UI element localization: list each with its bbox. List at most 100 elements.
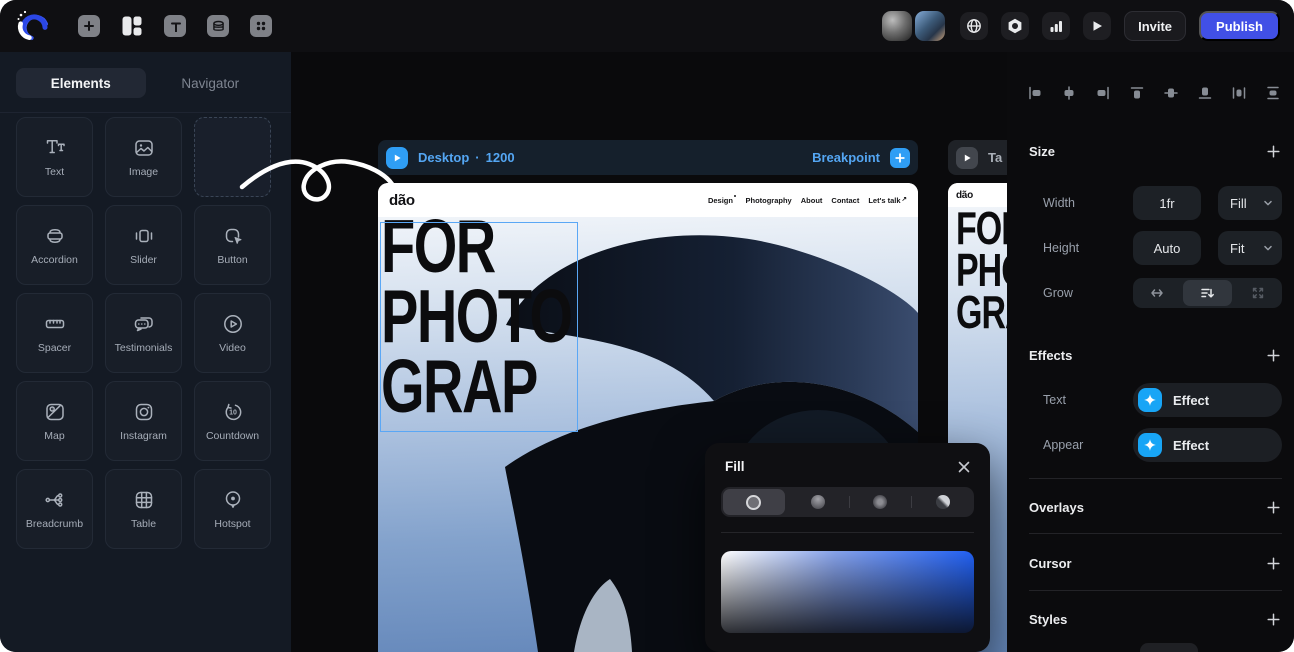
add-effect-icon[interactable]	[1267, 349, 1280, 362]
app-logo-icon[interactable]	[14, 7, 52, 45]
distribute-horizontal-icon[interactable]	[1231, 85, 1247, 101]
nav-badge-dot	[734, 195, 737, 198]
fill-type-angular[interactable]	[912, 489, 974, 515]
text-tool-icon[interactable]	[164, 15, 186, 37]
element-tile-map[interactable]: Map	[16, 381, 93, 461]
frame-device-label[interactable]: Ta	[988, 150, 1002, 165]
tab-elements[interactable]: Elements	[16, 68, 146, 98]
element-tile-instagram[interactable]: Instagram	[105, 381, 182, 461]
frame-device-label[interactable]: Desktop	[418, 150, 469, 165]
panel-bottom-button-peek[interactable]	[1140, 643, 1198, 652]
nav-about[interactable]: About	[801, 196, 823, 205]
avatar[interactable]	[915, 11, 945, 41]
width-input[interactable]: 1fr	[1133, 186, 1201, 220]
collaborator-avatars	[882, 11, 945, 41]
external-arrow-icon: ↗	[902, 195, 907, 203]
table-element-icon	[132, 488, 156, 512]
element-tile-testimonials[interactable]: Testimonials	[105, 293, 182, 373]
grow-segmented-control	[1133, 278, 1282, 308]
analytics-icon[interactable]	[1042, 12, 1070, 40]
add-cursor-icon[interactable]	[1267, 557, 1280, 570]
element-tile-image[interactable]: Image	[105, 117, 182, 197]
distribute-vertical-icon[interactable]	[1265, 85, 1281, 101]
insert-icon[interactable]	[78, 15, 100, 37]
element-tile-spacer[interactable]: Spacer	[16, 293, 93, 373]
cms-icon[interactable]	[207, 15, 229, 37]
add-breakpoint-icon[interactable]	[890, 148, 910, 168]
align-right-icon[interactable]	[1095, 85, 1111, 101]
element-tile-button[interactable]: Button	[194, 205, 271, 285]
add-size-icon[interactable]	[1267, 145, 1280, 158]
tab-navigator[interactable]: Navigator	[146, 68, 276, 98]
section-divider	[1029, 478, 1282, 479]
grow-expand-icon[interactable]	[1234, 278, 1282, 308]
nav-contact[interactable]: Contact	[831, 196, 859, 205]
settings-icon[interactable]	[1001, 12, 1029, 40]
add-style-icon[interactable]	[1267, 613, 1280, 626]
grow-horizontal-icon[interactable]	[1133, 278, 1181, 308]
close-icon[interactable]	[958, 461, 970, 473]
align-left-icon[interactable]	[1027, 85, 1043, 101]
chevron-down-icon	[1263, 243, 1273, 253]
design-canvas[interactable]: Desktop · 1200 Breakpoint dão Design Pho…	[291, 52, 1007, 652]
frame-play-icon[interactable]	[386, 147, 408, 169]
globe-icon[interactable]	[960, 12, 988, 40]
element-tile-hotspot[interactable]: Hotspot	[194, 469, 271, 549]
inspector-panel: Size Width 1fr Fill Height Auto Fit Grow	[1007, 52, 1294, 652]
layout-icon[interactable]	[121, 15, 143, 37]
fill-type-gradient[interactable]	[787, 489, 849, 515]
text-effect-button[interactable]: Effect	[1133, 383, 1282, 417]
appear-effect-button[interactable]: Effect	[1133, 428, 1282, 462]
site-logo[interactable]: dão	[389, 192, 415, 209]
styles-section-heading: Styles	[1029, 612, 1067, 627]
frame-play-icon[interactable]	[956, 147, 978, 169]
element-tile-accordion[interactable]: Accordion	[16, 205, 93, 285]
element-tile-video[interactable]: Video	[194, 293, 271, 373]
element-tile-table[interactable]: Table	[105, 469, 182, 549]
invite-button[interactable]: Invite	[1124, 11, 1186, 41]
breakpoint-label[interactable]: Breakpoint	[812, 150, 880, 165]
element-tile-breadcrumb[interactable]: Breadcrumb	[16, 469, 93, 549]
publish-button[interactable]: Publish	[1199, 11, 1280, 41]
width-mode-select[interactable]: Fill	[1218, 186, 1282, 220]
topbar-right: Invite Publish	[882, 11, 1280, 41]
color-picker-area[interactable]	[721, 551, 974, 633]
align-center-horizontal-icon[interactable]	[1061, 85, 1077, 101]
apps-icon[interactable]	[250, 15, 272, 37]
align-top-icon[interactable]	[1129, 85, 1145, 101]
nav-design[interactable]: Design	[708, 196, 737, 205]
nav-lets-talk[interactable]: Let's talk↗	[868, 196, 907, 205]
add-overlay-icon[interactable]	[1267, 501, 1280, 514]
element-tile-slider[interactable]: Slider	[105, 205, 182, 285]
avatar[interactable]	[882, 11, 912, 41]
fill-type-radial[interactable]	[850, 489, 912, 515]
button-element-icon	[221, 224, 245, 248]
angular-swatch-icon	[936, 495, 950, 509]
grow-stack-icon[interactable]	[1183, 280, 1231, 306]
element-tile-countdown[interactable]: 10 Countdown	[194, 381, 271, 461]
site-logo: dão	[956, 190, 973, 201]
hero-heading[interactable]: FOR PHOTO GRAP	[381, 211, 572, 422]
video-element-icon	[221, 312, 245, 336]
chevron-down-icon	[1263, 198, 1273, 208]
fill-type-solid[interactable]	[723, 489, 785, 515]
effects-section-heading: Effects	[1029, 348, 1072, 363]
align-center-vertical-icon[interactable]	[1163, 85, 1179, 101]
element-tile-text[interactable]: Text	[16, 117, 93, 197]
height-mode-select[interactable]: Fit	[1218, 231, 1282, 265]
secondary-frame-toolbar: Ta	[948, 140, 1007, 175]
text-element-icon	[43, 136, 67, 160]
height-input[interactable]: Auto	[1133, 231, 1201, 265]
instagram-element-icon	[132, 400, 156, 424]
solid-swatch-icon	[746, 495, 761, 510]
frame-width-label[interactable]: 1200	[486, 150, 515, 165]
site-header: dão Design Photography About Contact Let…	[378, 183, 918, 217]
element-tile-empty-slot[interactable]	[194, 117, 271, 197]
slider-element-icon	[132, 224, 156, 248]
preview-play-icon[interactable]	[1083, 12, 1111, 40]
align-bottom-icon[interactable]	[1197, 85, 1213, 101]
nav-photography[interactable]: Photography	[745, 196, 791, 205]
section-divider	[1029, 590, 1282, 591]
fill-panel: Fill	[705, 443, 990, 652]
accordion-element-icon	[43, 224, 67, 248]
